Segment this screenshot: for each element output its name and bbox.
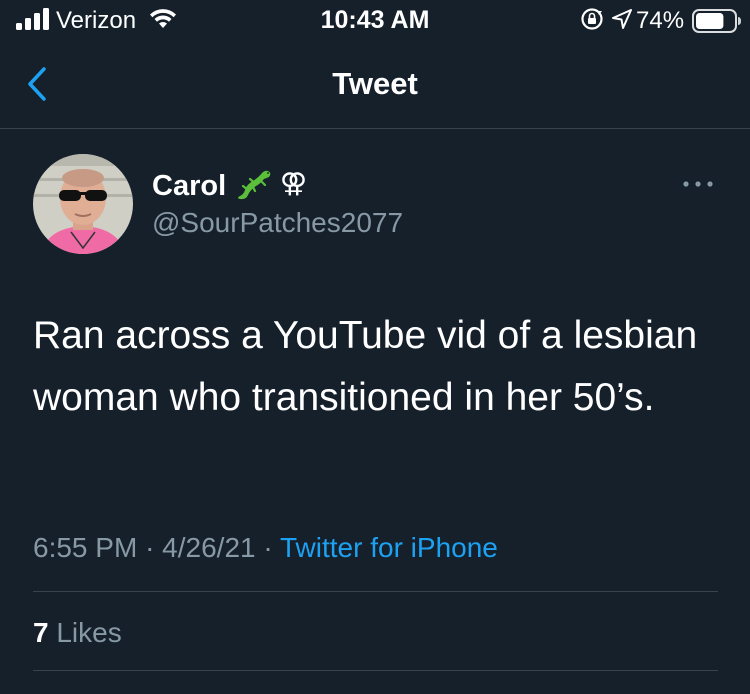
battery-percent: 74% (636, 7, 685, 34)
author-name[interactable]: Carol (152, 170, 226, 203)
meta-separator: · (263, 532, 273, 563)
avatar[interactable] (33, 154, 133, 254)
nav-header: Tweet (0, 40, 750, 129)
status-bar: Verizon 10:43 AM 74% (0, 0, 750, 40)
page-title: Tweet (332, 66, 418, 101)
location-arrow-icon (612, 9, 632, 29)
rotation-lock-icon (581, 8, 603, 30)
tweet-text: Ran across a YouTube vid of a lesbian wo… (33, 314, 698, 419)
tweet-time: 6:55 PM (33, 532, 138, 563)
tweet-date: 4/26/21 (162, 532, 256, 563)
divider (33, 591, 718, 592)
divider (33, 670, 718, 671)
likes-link[interactable]: 7 Likes (33, 617, 122, 649)
tweet-meta: 6:55 PM · 4/26/21 · Twitter for iPhone (33, 532, 498, 564)
likes-label: Likes (56, 617, 122, 648)
author-handle[interactable]: @SourPatches2077 (152, 207, 403, 239)
avatar-image (33, 154, 133, 254)
lesbian-symbol-icon: ⚢ (280, 168, 308, 199)
battery-icon (692, 9, 741, 33)
tweet-source-link[interactable]: Twitter for iPhone (280, 532, 498, 563)
more-options-icon[interactable] (680, 172, 716, 196)
likes-count: 7 (33, 617, 49, 648)
tweet-detail-screen: Verizon 10:43 AM 74% Tweet Carol ⚢ @Sour… (0, 0, 750, 694)
meta-separator: · (145, 532, 155, 563)
lizard-icon (238, 170, 271, 200)
